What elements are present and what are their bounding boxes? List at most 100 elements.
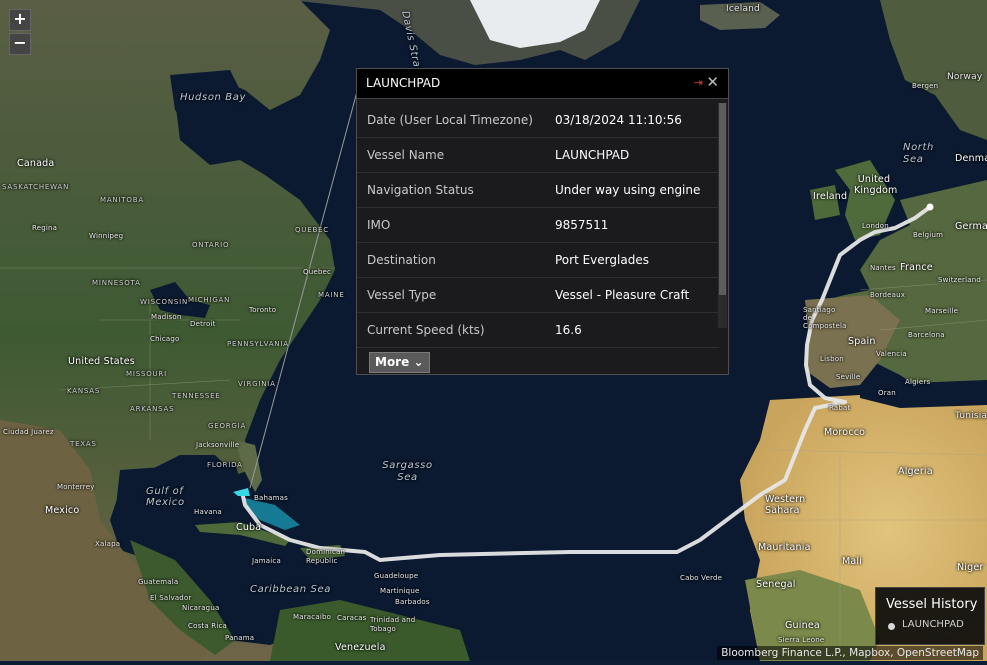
field-label: IMO — [367, 218, 391, 232]
map-label-mauritania: Mauritania — [758, 542, 811, 553]
map-label-sargasso-sea: Sargasso Sea — [382, 460, 433, 483]
map-attribution: Bloomberg Finance L.P., Mapbox, OpenStre… — [717, 646, 983, 660]
map-label-saskatchewan: SASKATCHEWAN — [2, 183, 70, 191]
map-label-caracas: Caracas — [337, 614, 367, 622]
map-label-el-salvador: El Salvador — [150, 594, 192, 602]
map-label-belgium: Belgium — [913, 231, 944, 239]
map-label-xalapa: Xalapa — [95, 540, 121, 548]
legend-title: Vessel History — [886, 597, 978, 612]
map-label-london: London — [862, 222, 889, 230]
map-label-spain: Spain — [848, 336, 876, 347]
map-label-detroit: Detroit — [190, 320, 216, 328]
map-label-toronto: Toronto — [249, 306, 277, 314]
legend-item-launchpad[interactable]: LAUNCHPAD — [902, 619, 964, 630]
more-button-label: More — [375, 355, 410, 369]
map-label-dominican-republic: Dominican Republic — [306, 548, 346, 565]
map-label-wisconsin: WISCONSIN — [140, 298, 189, 306]
field-label: Current Speed (kts) — [367, 323, 485, 337]
field-value: 9857511 — [555, 218, 609, 232]
map-label-barcelona: Barcelona — [908, 331, 945, 339]
map-label-lisbon: Lisbon — [820, 355, 844, 363]
map-label-mexico: Mexico — [45, 505, 80, 516]
zoom-in-button[interactable]: + — [9, 9, 31, 31]
map-label-virginia: VIRGINIA — [238, 380, 276, 388]
map-label-bordeaux: Bordeaux — [870, 291, 906, 299]
map-label-quebec-prov: QUEBEC — [295, 226, 329, 234]
map-label-germany: German — [955, 221, 987, 232]
map-label-georgia: GEORGIA — [208, 422, 247, 430]
map-label-trinidad: Trinidad and Tobago — [370, 616, 416, 633]
map-label-minnesota: MINNESOTA — [92, 279, 141, 287]
popup-header: LAUNCHPAD ⇥ ✕ — [357, 69, 728, 99]
map-label-madison: Madison — [151, 313, 182, 321]
map-label-ontario: ONTARIO — [192, 241, 230, 249]
map-label-kansas: KANSAS — [67, 387, 101, 395]
map-label-denmark: Denmark — [955, 153, 987, 164]
map-label-rabat: Rabat — [829, 404, 851, 412]
map-label-pennsylvania: PENNSYLVANIA — [227, 340, 289, 348]
map-label-mali: Mali — [842, 556, 863, 567]
field-row-vessel-name: Vessel Name LAUNCHPAD — [357, 138, 719, 173]
legend-dot-icon — [888, 623, 895, 630]
map-label-gulf-of-mexico: Gulf of Mexico — [146, 486, 185, 508]
map-label-bergen: Bergen — [912, 82, 939, 90]
popup-scrollbar-thumb[interactable] — [719, 103, 726, 295]
chevron-down-icon: ⌄ — [413, 355, 424, 369]
map-label-senegal: Senegal — [756, 579, 796, 590]
map-label-cabo-verde: Cabo Verde — [680, 574, 723, 582]
map-label-panama: Panama — [225, 634, 255, 642]
map-label-marseille: Marseille — [925, 307, 959, 315]
field-row-imo: IMO 9857511 — [357, 208, 719, 243]
map-label-sierra-leone: Sierra Leone — [778, 636, 825, 644]
map-label-caribbean-sea: Caribbean Sea — [250, 584, 331, 595]
map-label-guatemala: Guatemala — [138, 578, 179, 586]
map-label-maracaibo: Maracaibo — [293, 613, 332, 621]
field-value: Vessel - Pleasure Craft — [555, 288, 690, 302]
map-label-cuba: Cuba — [236, 522, 262, 533]
map-label-united-kingdom: United Kingdom — [854, 174, 898, 196]
map-label-guinea: Guinea — [785, 620, 820, 631]
field-row-destination: Destination Port Everglades — [357, 243, 719, 278]
popup-title: LAUNCHPAD — [366, 76, 441, 90]
field-value: 03/18/2024 11:10:56 — [555, 113, 682, 127]
map-label-winnipeg: Winnipeg — [89, 232, 124, 240]
map-label-guadeloupe: Guadeloupe — [374, 572, 419, 580]
more-button[interactable]: More ⌄ — [369, 352, 430, 373]
map-label-jacksonville: Jacksonville — [196, 441, 240, 449]
map-label-algeria: Algeria — [898, 466, 933, 477]
field-label: Vessel Name — [367, 148, 445, 162]
map-label-jamaica: Jamaica — [252, 557, 281, 565]
map-label-united-states: United States — [68, 356, 135, 367]
field-row-current-speed: Current Speed (kts) 16.6 — [357, 313, 719, 348]
field-row-vessel-type: Vessel Type Vessel - Pleasure Craft — [357, 278, 719, 313]
map-label-north-sea: North Sea — [903, 142, 934, 165]
field-value: Under way using engine — [555, 183, 701, 197]
map-label-tennessee: TENNESSEE — [172, 392, 221, 400]
vessel-end-marker — [926, 203, 934, 211]
map-label-quebec-city: Quebec — [303, 268, 332, 276]
map-label-texas: TEXAS — [70, 440, 97, 448]
map-label-costa-rica: Costa Rica — [188, 622, 228, 630]
map-label-santiago: Santiago de Compostela — [803, 306, 847, 330]
map-label-regina: Regina — [32, 224, 58, 232]
map-label-bahamas: Bahamas — [254, 494, 288, 502]
zoom-out-button[interactable]: − — [9, 33, 31, 55]
map-label-iceland: Iceland — [726, 4, 760, 14]
map-label-norway: Norway — [947, 72, 983, 82]
popup-scrollbar[interactable] — [718, 103, 727, 328]
field-value: LAUNCHPAD — [555, 148, 630, 162]
map-label-western-sahara: Western Sahara — [765, 494, 806, 516]
close-icon[interactable]: ✕ — [706, 73, 719, 91]
map-label-canada: Canada — [17, 158, 55, 169]
map-label-florida: FLORIDA — [207, 461, 243, 469]
field-row-date: Date (User Local Timezone) 03/18/2024 11… — [357, 103, 719, 138]
map-label-monterrey: Monterrey — [57, 483, 95, 491]
map-label-valencia: Valencia — [876, 350, 907, 358]
map-label-nantes: Nantes — [870, 264, 896, 272]
map-label-martinique: Martinique — [380, 587, 420, 595]
map-label-havana: Havana — [194, 508, 222, 516]
field-label: Destination — [367, 253, 436, 267]
map-label-manitoba: MANITOBA — [100, 196, 144, 204]
pin-icon[interactable]: ⇥ — [694, 76, 703, 89]
field-row-navigation-status: Navigation Status Under way using engine — [357, 173, 719, 208]
